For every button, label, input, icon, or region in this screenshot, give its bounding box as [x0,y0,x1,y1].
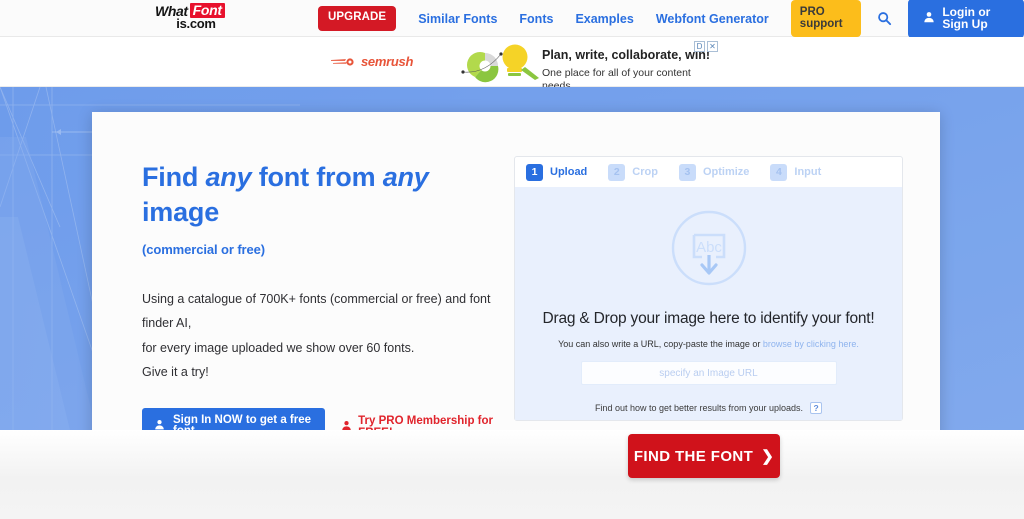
adchoices-icon[interactable]: D [694,41,705,52]
user-icon [923,11,935,25]
upgrade-button[interactable]: UPGRADE [318,6,397,31]
hero-description-line-2: for every image uploaded we show over 60… [142,340,415,355]
hero-cta-row: Sign In NOW to get a free font Try PRO M… [142,407,507,430]
chevron-right-icon: ❯ [761,448,775,465]
pro-support-button[interactable]: PRO support [790,0,862,37]
hero-left-column: Find any font from any image (commercial… [142,160,507,430]
nav-link-webfont-generator[interactable]: Webfont Generator [656,12,769,26]
step-number: 4 [770,163,788,181]
page-bottom-area [0,430,1024,519]
abc-glyph: Abc [696,239,722,256]
ad-copy: Plan, write, collaborate, win! One place… [542,48,722,92]
ad-illustration [455,42,539,89]
title-part-2: font from [251,162,383,192]
dropzone-footer: Find out how to get better results from … [594,402,823,414]
step-label: Crop [632,166,658,178]
page-root: What Font is.com UPGRADE Similar Fonts F… [0,0,1024,519]
ad-banner[interactable]: semrush Plan, write, collaborate, win! O… [320,39,722,92]
image-upload-icon: Abc [670,209,748,292]
search-icon[interactable] [877,11,892,26]
step-optimize[interactable]: 3 Optimize [678,163,750,181]
sign-in-label: Sign In NOW to get a free font [173,413,312,430]
dropzone-subtext-label: You can also write a URL, copy-paste the… [558,339,763,349]
hero-card: Find any font from any image (commercial… [92,112,940,430]
try-pro-label: Try PRO Membership for FREE! [358,414,494,430]
nav-link-fonts[interactable]: Fonts [519,12,553,26]
title-emphasis-2: any [382,162,429,192]
step-number: 1 [526,163,543,181]
sign-in-button[interactable]: Sign In NOW to get a free font [142,407,326,430]
title-emphasis-1: any [205,162,252,192]
page-title: Find any font from any image [142,160,507,229]
main-nav: UPGRADE Similar Fonts Fonts Examples Web… [318,0,1024,38]
ad-brand-logo: semrush [330,54,413,69]
upload-steps: 1 Upload 2 Crop 3 Optimize 4 Input [515,157,902,187]
close-icon[interactable]: ✕ [707,41,718,52]
hero-section: Find any font from any image (commercial… [0,87,1024,430]
step-label: Optimize [702,166,750,178]
dropzone-title: Drag & Drop your image here to identify … [542,310,875,327]
login-signup-button[interactable]: Login or Sign Up [908,0,1024,38]
find-the-font-label: FIND THE FONT [633,447,754,465]
login-signup-label: Login or Sign Up [942,5,991,31]
upload-panel: 1 Upload 2 Crop 3 Optimize 4 Input Abc D… [514,156,903,421]
hero-description-line-3: Give it a try! [142,365,209,380]
step-crop[interactable]: 2 Crop [608,163,658,181]
ad-brand-name: semrush [361,54,414,69]
site-logo[interactable]: What Font is.com [155,3,231,34]
semrush-flame-icon [331,57,354,66]
image-url-input[interactable] [580,361,837,385]
title-part-1: Find [142,162,206,192]
dropzone-subtext: You can also write a URL, copy-paste the… [558,339,859,349]
user-icon [154,419,165,430]
help-icon[interactable]: ? [810,402,823,414]
ad-banner-region: semrush Plan, write, collaborate, win! O… [0,37,1024,92]
step-input[interactable]: 4 Input [770,163,822,181]
step-number: 3 [678,163,696,181]
step-number: 2 [608,163,626,181]
nav-link-examples[interactable]: Examples [575,12,633,26]
hero-description: Using a catalogue of 700K+ fonts (commer… [142,287,507,385]
step-label: Input [794,166,822,178]
try-pro-membership-link[interactable]: Try PRO Membership for FREE! [341,415,507,430]
hero-description-line-1: Using a catalogue of 700K+ fonts (commer… [142,292,491,331]
logo-domain-text: is.com [176,16,216,31]
browse-link[interactable]: browse by clicking here. [763,339,859,349]
dropzone-footer-text: Find out how to get better results from … [594,403,804,413]
find-the-font-button[interactable]: FIND THE FONT ❯ [628,434,780,478]
step-upload[interactable]: 1 Upload [526,163,588,181]
step-label: Upload [550,166,588,178]
image-dropzone[interactable]: Abc Drag & Drop your image here to ident… [515,187,902,420]
hero-subtitle: (commercial or free) [142,242,265,258]
nav-link-similar-fonts[interactable]: Similar Fonts [418,12,497,26]
site-header: What Font is.com UPGRADE Similar Fonts F… [0,0,1024,38]
ad-choices-controls: D ✕ [694,41,718,52]
title-part-3: image [142,196,220,227]
user-icon [341,420,352,430]
